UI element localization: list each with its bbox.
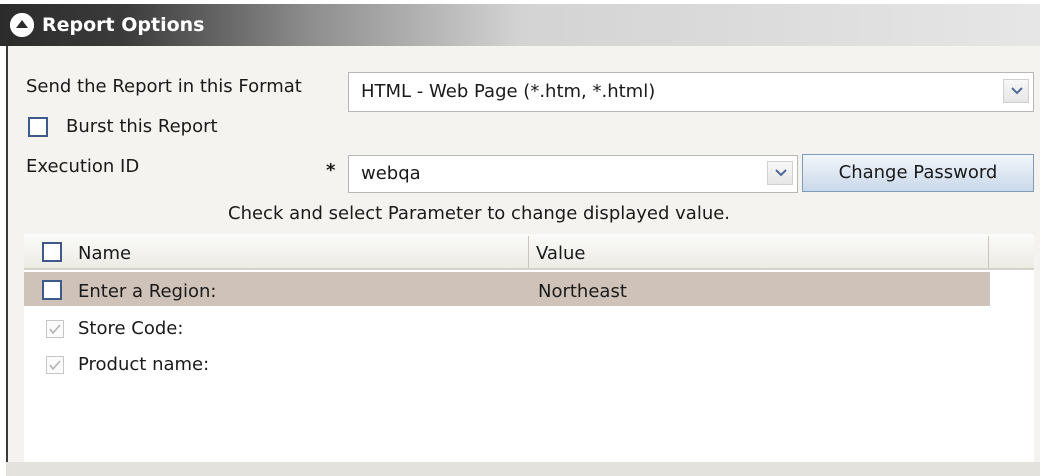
column-divider[interactable] (528, 236, 529, 268)
row-checkbox[interactable] (42, 280, 62, 300)
execution-id-label: Execution ID (26, 156, 140, 177)
parameter-name: Product name: (78, 354, 210, 375)
change-password-button[interactable]: Change Password (802, 154, 1034, 192)
parameter-grid: Name Value Enter a Region: Northeast Sto… (24, 234, 1034, 462)
collapse-up-icon[interactable] (10, 13, 34, 37)
column-divider[interactable] (988, 236, 989, 268)
format-select[interactable]: HTML - Web Page (*.htm, *.html) (348, 72, 1034, 112)
parameter-value: Northeast (538, 281, 627, 302)
parameter-name: Store Code: (78, 318, 184, 339)
parameter-name: Enter a Region: (78, 281, 217, 302)
column-header-value[interactable]: Value (536, 243, 585, 264)
format-select-value: HTML - Web Page (*.htm, *.html) (361, 81, 656, 102)
chevron-down-icon[interactable] (767, 161, 793, 185)
report-options-titlebar[interactable]: Report Options (0, 4, 1040, 46)
panel-bottom-border (6, 462, 1040, 476)
execution-id-value: webqa (361, 163, 421, 184)
burst-label: Burst this Report (66, 116, 218, 137)
panel-title: Report Options (42, 14, 205, 36)
row-checkbox[interactable] (46, 320, 64, 338)
select-all-checkbox[interactable] (42, 242, 62, 262)
column-header-name[interactable]: Name (78, 243, 131, 264)
chevron-down-icon[interactable] (1003, 79, 1029, 103)
grid-header: Name Value (24, 234, 1034, 270)
parameter-hint: Check and select Parameter to change dis… (228, 203, 731, 224)
burst-checkbox[interactable] (28, 117, 48, 137)
row-checkbox[interactable] (46, 356, 64, 374)
required-marker: * (326, 160, 336, 181)
execution-id-select[interactable]: webqa (348, 155, 798, 193)
format-label: Send the Report in this Format (26, 76, 302, 97)
